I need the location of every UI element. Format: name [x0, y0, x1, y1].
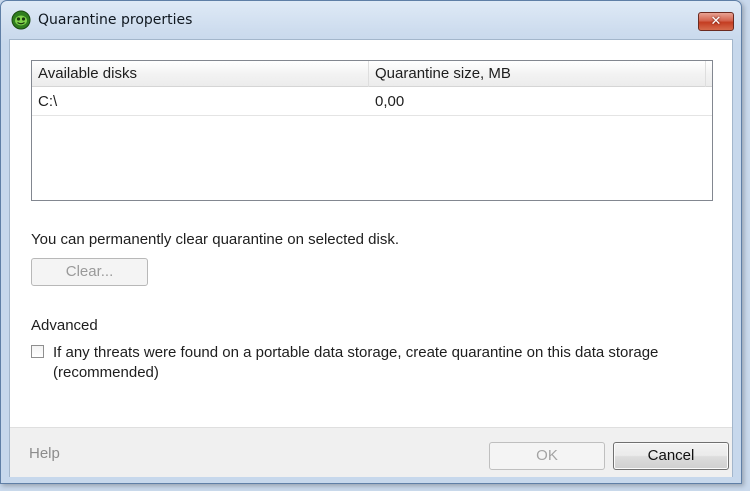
- disk-cell: C:\: [38, 93, 58, 110]
- column-header-disks[interactable]: Available disks: [32, 61, 369, 87]
- kaspersky-shield-icon: [11, 10, 31, 30]
- cancel-button[interactable]: Cancel: [613, 442, 729, 470]
- available-disks-table: Available disks Quarantine size, MB C:\ …: [31, 60, 713, 201]
- table-header: Available disks Quarantine size, MB: [32, 61, 712, 87]
- column-header-quarantine-size[interactable]: Quarantine size, MB: [369, 61, 706, 87]
- clear-info-text: You can permanently clear quarantine on …: [31, 231, 400, 248]
- ok-button[interactable]: OK: [489, 442, 605, 470]
- dialog-body: Available disks Quarantine size, MB C:\ …: [9, 39, 733, 477]
- dialog-footer: Help OK Cancel: [10, 427, 732, 477]
- advanced-heading: Advanced: [31, 317, 98, 334]
- table-row[interactable]: C:\ 0,00: [32, 88, 712, 116]
- close-button[interactable]: ✕: [698, 12, 734, 31]
- close-icon: ✕: [710, 14, 722, 29]
- quarantine-size-cell: 0,00: [375, 93, 405, 110]
- title-bar[interactable]: Quarantine properties ✕: [1, 1, 741, 39]
- portable-storage-checkbox[interactable]: [31, 345, 44, 358]
- quarantine-properties-dialog: Quarantine properties ✕ Available disks …: [0, 0, 742, 484]
- clear-button[interactable]: Clear...: [31, 258, 148, 286]
- window-title: Quarantine properties: [38, 12, 193, 28]
- portable-storage-checkbox-label[interactable]: If any threats were found on a portable …: [53, 343, 713, 383]
- help-link[interactable]: Help: [29, 445, 60, 462]
